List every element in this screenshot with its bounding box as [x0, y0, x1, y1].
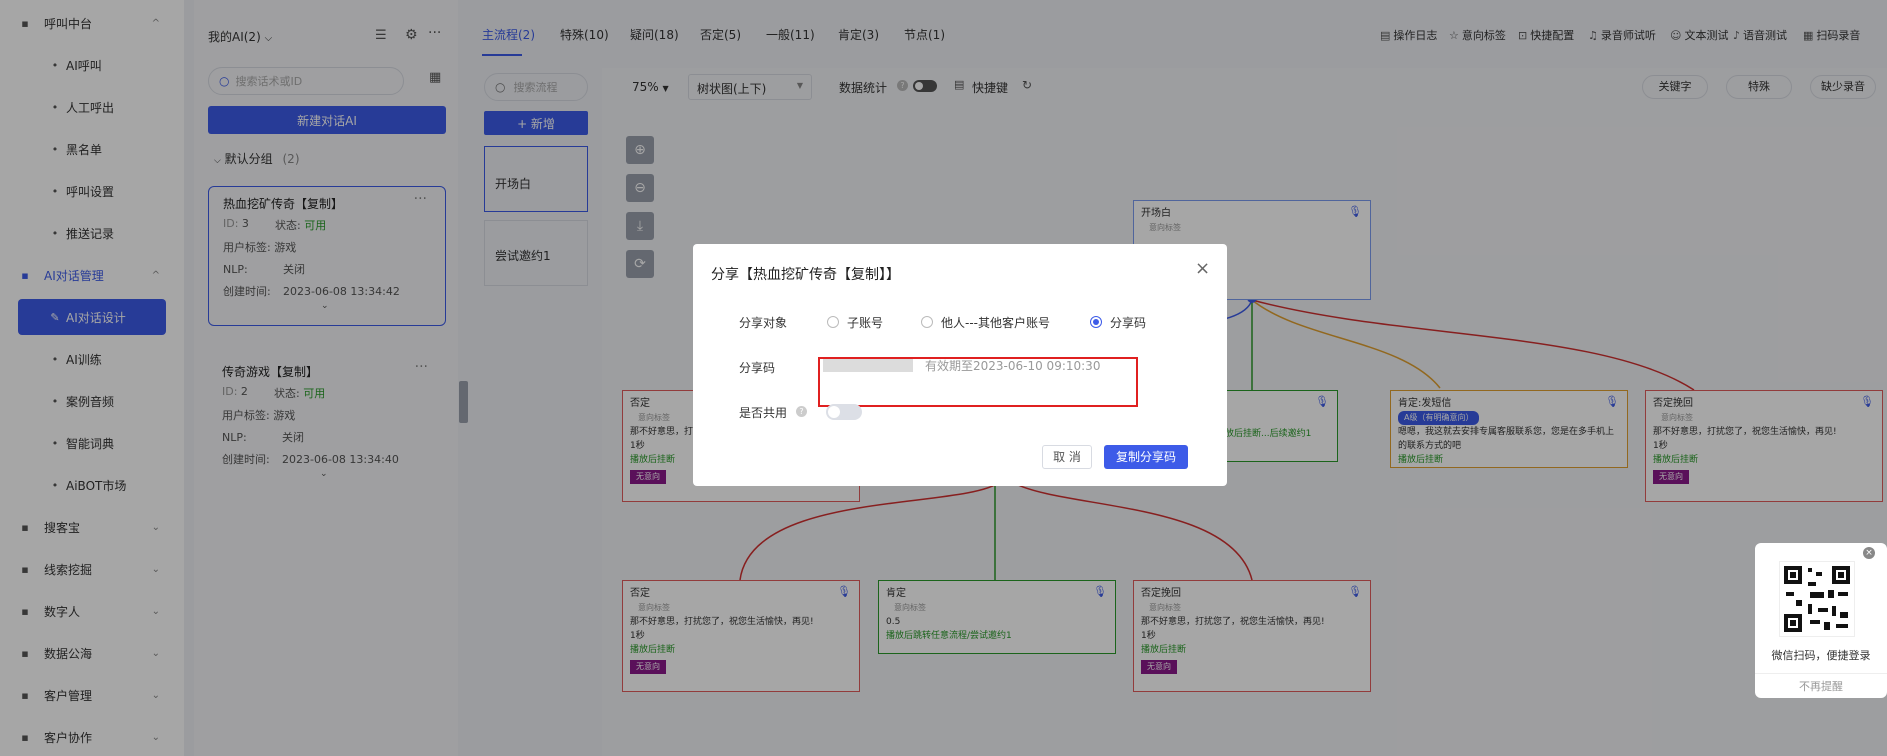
qr-text: 微信扫码，便捷登录 [1771, 649, 1871, 662]
share-code-label: 分享码 [739, 361, 776, 375]
qr-login-widget: × 微信扫码，便捷登录 不再提醒 [1755, 543, 1887, 698]
dialog-title: 分享【热血挖矿传奇【复制】】 [711, 267, 900, 283]
radio-label: 他人---其他客户账号 [941, 316, 1050, 330]
share-target-label: 分享对象 [739, 316, 788, 330]
share-common-label: 是否共用 [739, 406, 788, 420]
radio-icon [1090, 316, 1102, 328]
share-common-toggle[interactable] [826, 404, 862, 420]
dismiss-link[interactable]: 不再提醒 [1755, 673, 1887, 694]
highlight-box [818, 357, 1138, 407]
radio-icon [827, 316, 839, 328]
help-icon: ? [796, 406, 807, 417]
share-dialog: 分享【热血挖矿传奇【复制】】 × 分享对象 子账号 他人---其他客户账号 分享… [693, 244, 1227, 486]
qr-code [1779, 561, 1855, 637]
cancel-button[interactable]: 取 消 [1042, 445, 1092, 469]
radio-label: 分享码 [1110, 316, 1147, 330]
radio-label: 子账号 [847, 316, 884, 330]
radio-icon [921, 316, 933, 328]
close-icon[interactable]: × [1195, 258, 1210, 279]
close-icon[interactable]: × [1863, 547, 1875, 559]
copy-code-button[interactable]: 复制分享码 [1104, 445, 1188, 469]
